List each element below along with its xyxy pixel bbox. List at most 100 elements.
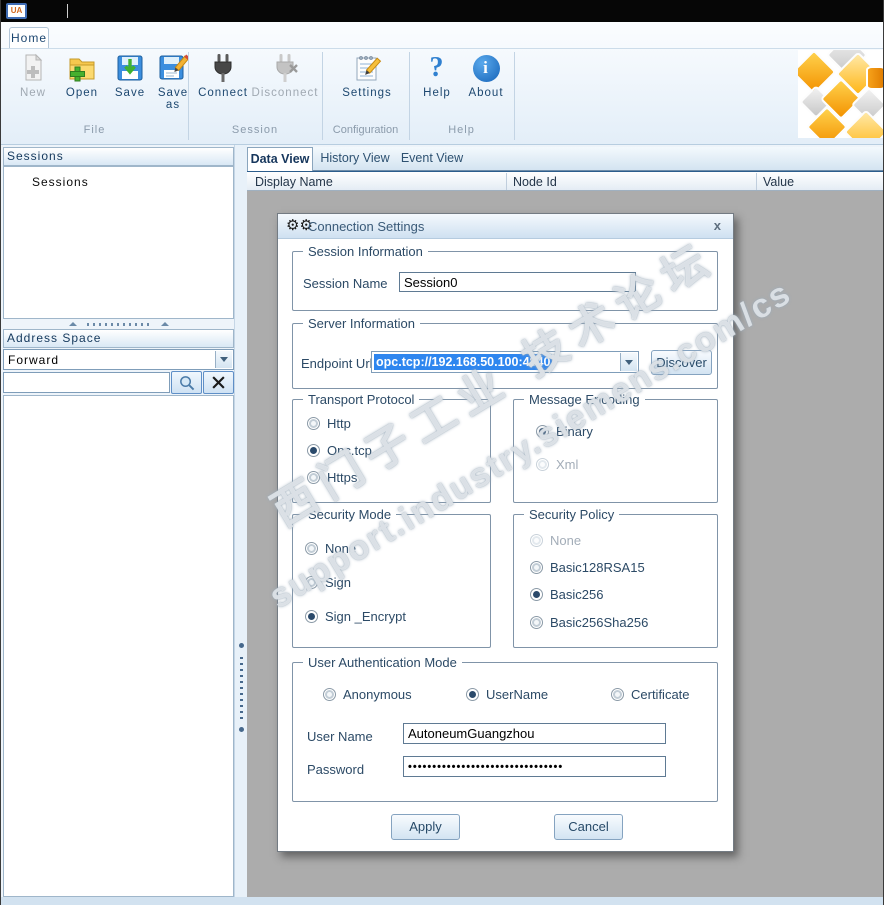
browse-direction-combobox[interactable]: Forward <box>3 349 234 370</box>
radio-label: Basic256 <box>550 587 604 602</box>
column-display-name[interactable]: Display Name <box>255 175 333 189</box>
app-icon[interactable]: UA <box>6 3 27 19</box>
column-separator[interactable] <box>756 173 757 190</box>
tab-data-view[interactable]: Data View <box>247 147 313 171</box>
security-policy-legend: Security Policy <box>524 507 620 522</box>
endpoint-dropdown-button[interactable] <box>620 353 637 371</box>
save-as-button[interactable]: Save as <box>153 52 193 111</box>
radio-label: None <box>325 541 357 556</box>
group-separator <box>514 52 515 140</box>
help-label: Help <box>423 87 451 99</box>
help-question-icon: ? <box>429 52 445 83</box>
dialog-title-bar[interactable]: ⚙⚙ Connection Settings x <box>278 214 733 239</box>
column-value[interactable]: Value <box>763 175 794 189</box>
radio-policy-none[interactable]: None <box>530 533 581 548</box>
file-group-label: File <box>83 124 106 136</box>
password-input[interactable] <box>403 756 666 777</box>
radio-mode-none[interactable]: None <box>305 541 356 556</box>
radio-username[interactable]: UserName <box>466 687 548 702</box>
radio-icon <box>307 444 320 457</box>
user-authentication-group: User Authentication Mode Anonymous UserN… <box>292 655 718 802</box>
radio-binary[interactable]: Binary <box>536 424 593 439</box>
radio-basic256sha256[interactable]: Basic256Sha256 <box>530 615 648 630</box>
save-button[interactable]: Save <box>109 52 151 99</box>
address-search-input[interactable] <box>3 372 170 393</box>
connect-button[interactable]: Connect <box>197 52 249 99</box>
disconnect-label: Disconnect <box>251 87 319 99</box>
combobox-dropdown-button[interactable] <box>215 351 232 368</box>
connect-label: Connect <box>198 87 248 99</box>
address-space-tree-panel[interactable] <box>3 395 234 897</box>
password-label: Password <box>307 762 365 777</box>
radio-label: Opc.tcp <box>327 443 372 458</box>
chevron-down-icon <box>220 357 228 362</box>
apply-button[interactable]: Apply <box>391 814 460 840</box>
radio-label: Sign <box>325 575 352 590</box>
open-button[interactable]: Open <box>59 52 105 99</box>
splitter-arrow-icon <box>160 322 169 326</box>
configuration-group-label: Configuration <box>332 124 399 136</box>
session-name-label: Session Name <box>303 276 388 291</box>
radio-http[interactable]: Http <box>307 416 351 431</box>
data-grid-header[interactable]: Display Name Node Id Value <box>247 171 883 191</box>
dialog-title: Connection Settings <box>308 219 425 234</box>
column-node-id[interactable]: Node Id <box>513 175 557 189</box>
transport-protocol-group: Transport Protocol Http Opc.tcp Https <box>292 392 491 503</box>
ribbon-tab-divider <box>1 48 883 49</box>
radio-icon <box>305 610 318 623</box>
radio-certificate[interactable]: Certificate <box>611 687 690 702</box>
radio-basic256[interactable]: Basic256 <box>530 587 603 602</box>
radio-icon <box>323 688 336 701</box>
settings-button[interactable]: Settings <box>331 52 403 99</box>
new-button[interactable]: New <box>11 52 55 99</box>
tab-history-view[interactable]: History View <box>317 147 393 171</box>
radio-opc-tcp[interactable]: Opc.tcp <box>307 443 372 458</box>
column-separator[interactable] <box>506 173 507 190</box>
connection-settings-dialog: ⚙⚙ Connection Settings x Session Informa… <box>263 213 798 852</box>
security-policy-group: Security Policy None Basic128RSA15 Basic… <box>513 507 718 648</box>
status-strip <box>1 897 883 905</box>
radio-label: Binary <box>556 424 593 439</box>
radio-anonymous[interactable]: Anonymous <box>323 687 412 702</box>
radio-xml[interactable]: Xml <box>536 457 578 472</box>
tab-home[interactable]: Home <box>9 27 49 49</box>
tree-node-sessions[interactable]: Sessions <box>32 175 89 189</box>
search-button[interactable] <box>171 371 202 394</box>
help-button[interactable]: ? Help <box>415 52 459 99</box>
radio-sign[interactable]: Sign <box>305 575 351 590</box>
about-button[interactable]: i About <box>463 52 509 99</box>
horizontal-splitter[interactable] <box>3 319 234 329</box>
radio-label: Basic256Sha256 <box>550 615 649 630</box>
sessions-tree-panel[interactable]: Sessions <box>3 166 234 319</box>
session-name-input[interactable] <box>399 272 636 292</box>
save-label: Save <box>114 87 146 99</box>
user-name-input[interactable] <box>403 723 666 744</box>
session-information-legend: Session Information <box>303 244 428 259</box>
clear-search-button[interactable] <box>203 371 234 394</box>
disconnect-button[interactable]: Disconnect <box>251 52 319 99</box>
radio-icon <box>536 425 549 438</box>
radio-https[interactable]: Https <box>307 470 357 485</box>
radio-label: Sign _Encrypt <box>325 609 406 624</box>
save-as-label: Save as <box>157 87 189 111</box>
radio-label: Basic128RSA15 <box>550 560 645 575</box>
save-floppy-icon <box>114 52 146 84</box>
server-information-group: Server Information Endpoint Url opc.tcp:… <box>292 316 718 389</box>
radio-basic128rsa15[interactable]: Basic128RSA15 <box>530 560 645 575</box>
vertical-splitter[interactable] <box>234 145 247 897</box>
radio-icon <box>536 458 549 471</box>
disconnect-plug-icon <box>269 52 301 84</box>
discover-button[interactable]: Discover <box>651 350 712 375</box>
radio-sign-encrypt[interactable]: Sign _Encrypt <box>305 609 406 624</box>
cancel-button[interactable]: Cancel <box>554 814 623 840</box>
radio-label: Http <box>327 416 351 431</box>
save-as-floppy-pencil-icon <box>157 52 189 84</box>
endpoint-url-combobox[interactable]: opc.tcp://192.168.50.100:4840 <box>371 351 639 373</box>
radio-icon <box>611 688 624 701</box>
quick-access-separator <box>67 4 68 18</box>
ribbon: Home New Open Save Save as Connect Disco… <box>1 22 883 145</box>
dialog-close-button[interactable]: x <box>714 218 721 233</box>
tab-event-view[interactable]: Event View <box>397 147 467 171</box>
endpoint-url-label: Endpoint Url <box>301 356 373 371</box>
address-space-panel-header: Address Space <box>3 329 234 348</box>
